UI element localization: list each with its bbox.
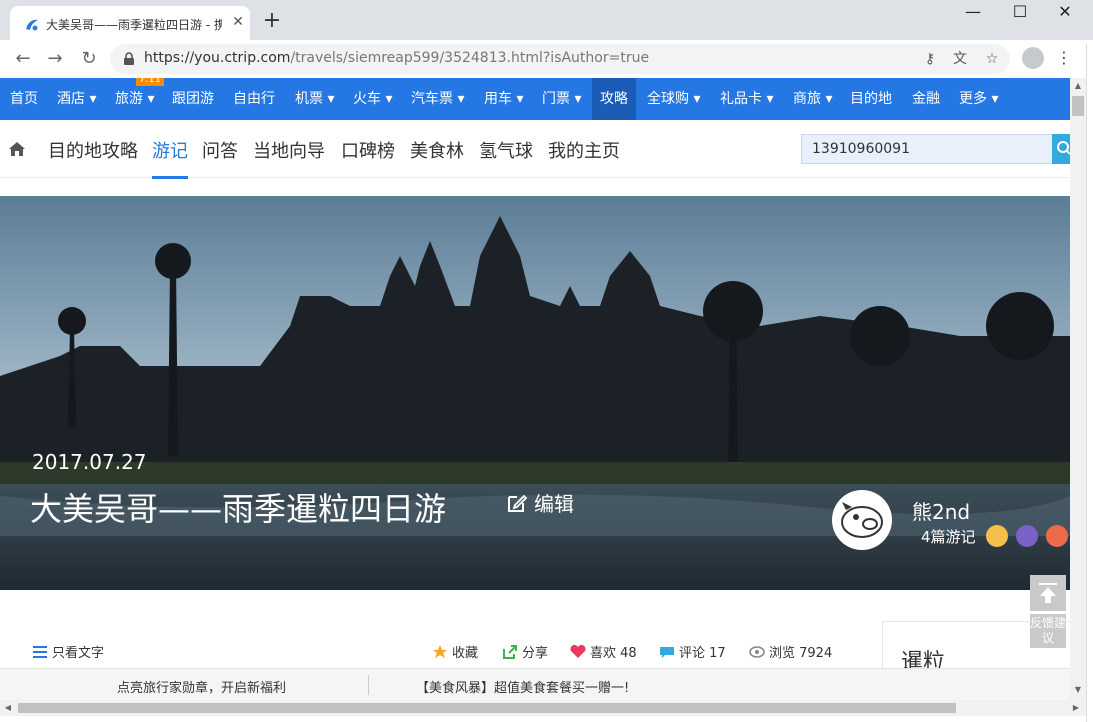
subnav-item-balloon[interactable]: 氢气球	[479, 137, 533, 163]
bookmark-star-icon[interactable]: ☆	[982, 49, 1002, 69]
subnav-item-local-guide[interactable]: 当地向导	[253, 137, 325, 163]
star-icon	[433, 645, 447, 658]
nav-item-finance[interactable]: 金融	[904, 78, 948, 120]
medal-2-icon[interactable]	[1016, 525, 1038, 547]
nav-item-gift-card[interactable]: 礼品卡 ▾	[712, 78, 781, 120]
page-viewport: 首页 酒店 ▾ 旅游 ▾ 跟团游 自由行 机票 ▾ 火车 ▾ 汽车票 ▾ 用车 …	[0, 78, 1070, 700]
vertical-scrollbar[interactable]: ▲ ▼	[1070, 78, 1086, 700]
comment-button[interactable]: 评论 17	[659, 642, 726, 661]
nav-item-destinations[interactable]: 目的地	[842, 78, 900, 120]
sub-nav: 目的地攻略 游记 问答 当地向导 口碑榜 美食林 氢气球 我的主页 139109…	[0, 120, 1070, 179]
nav-item-free-tour[interactable]: 自由行	[225, 78, 283, 120]
minimize-icon[interactable]: —	[948, 0, 998, 28]
main-nav: 首页 酒店 ▾ 旅游 ▾ 跟团游 自由行 机票 ▾ 火车 ▾ 汽车票 ▾ 用车 …	[0, 78, 1070, 120]
subnav-item-travelogue[interactable]: 游记	[152, 137, 188, 163]
hero-banner: 2017.07.27 大美吴哥——雨季暹粒四日游 编辑 熊2nd 4篇游记	[0, 196, 1070, 590]
ctrip-favicon-icon	[26, 19, 38, 31]
nav-item-car[interactable]: 用车 ▾	[476, 78, 531, 120]
nav-item-tickets[interactable]: 门票 ▾	[534, 78, 589, 120]
scroll-up-icon[interactable]: ▲	[1072, 80, 1084, 92]
tab-strip: 大美吴哥——雨季暹粒四日游 - 携 ✕ + — ☐ ✕	[0, 0, 1093, 44]
edit-icon	[508, 494, 528, 512]
profile-avatar-icon[interactable]	[1022, 47, 1044, 69]
avatar[interactable]	[832, 490, 892, 550]
share-button[interactable]: 分享	[502, 642, 548, 661]
subnav-item-dest-guide[interactable]: 目的地攻略	[48, 137, 138, 163]
arrow-up-icon	[1039, 583, 1057, 603]
medal-3-icon[interactable]	[1046, 525, 1068, 547]
maximize-icon[interactable]: ☐	[995, 0, 1045, 28]
medal-1-icon[interactable]	[986, 525, 1008, 547]
browser-tab[interactable]: 大美吴哥——雨季暹粒四日游 - 携 ✕	[10, 6, 250, 44]
back-to-top-button[interactable]	[1030, 575, 1066, 611]
search-input[interactable]: 13910960091	[801, 134, 1053, 164]
favorite-button[interactable]: 收藏	[432, 642, 478, 661]
text-only-toggle[interactable]: 只看文字	[32, 642, 104, 661]
nav-item-hotel[interactable]: 酒店 ▾	[48, 78, 105, 120]
nav-item-guides[interactable]: 攻略	[592, 78, 636, 120]
address-bar[interactable]: https://you.ctrip.com/travels/siemreap59…	[110, 44, 1010, 74]
page-title: 大美吴哥——雨季暹粒四日游	[30, 490, 447, 528]
promo-link-medal[interactable]: 点亮旅行家勋章，开启新福利	[117, 677, 286, 696]
like-button[interactable]: 喜欢 48	[570, 642, 637, 661]
comment-icon	[660, 647, 674, 658]
horizontal-scrollbar[interactable]: ◀ ▶	[0, 700, 1086, 716]
nav-item-group-tour[interactable]: 跟团游	[164, 78, 222, 120]
scroll-left-icon[interactable]: ◀	[2, 702, 14, 714]
tab-title: 大美吴哥——雨季暹粒四日游 - 携	[46, 18, 222, 32]
angkor-wat-photo	[0, 196, 1070, 590]
promo-divider	[368, 675, 369, 695]
promo-badge: 7.11	[136, 78, 164, 86]
eye-icon	[749, 646, 765, 658]
views-count: 浏览 7924	[749, 642, 832, 661]
nav-item-global-shop[interactable]: 全球购 ▾	[638, 78, 709, 120]
nav-item-bus[interactable]: 汽车票 ▾	[402, 78, 473, 120]
heart-icon	[570, 645, 586, 658]
address-toolbar: ← → ↻ https://you.ctrip.com/travels/siem…	[0, 40, 1093, 78]
adjacent-window-edge	[1086, 44, 1093, 722]
scroll-down-icon[interactable]: ▼	[1072, 684, 1084, 696]
tab-close-icon[interactable]: ✕	[229, 13, 247, 31]
scroll-right-icon[interactable]: ▶	[1070, 702, 1082, 714]
url-text: https://you.ctrip.com/travels/siemreap59…	[144, 50, 650, 66]
forward-icon[interactable]: →	[42, 46, 68, 72]
author-name[interactable]: 熊2nd	[912, 496, 970, 525]
back-icon[interactable]: ←	[10, 46, 36, 72]
share-icon	[503, 645, 517, 659]
edit-button[interactable]: 编辑	[506, 488, 574, 516]
active-tab-underline	[152, 176, 188, 179]
nav-item-flights[interactable]: 机票 ▾	[286, 78, 343, 120]
new-tab-icon[interactable]: +	[261, 10, 283, 32]
browser-window: 大美吴哥——雨季暹粒四日游 - 携 ✕ + — ☐ ✕ ← → ↻ https:…	[0, 0, 1093, 722]
subnav-item-ranking[interactable]: 口碑榜	[341, 137, 395, 163]
subnav-item-food[interactable]: 美食林	[410, 137, 464, 163]
translate-icon[interactable]: 文	[950, 49, 970, 69]
promo-footer-bar: 点亮旅行家勋章，开启新福利 【美食风暴】超值美食套餐买一赠一!	[0, 668, 1070, 700]
window-close-icon[interactable]: ✕	[1040, 0, 1090, 28]
vertical-scroll-thumb[interactable]	[1072, 96, 1084, 116]
horizontal-scroll-thumb[interactable]	[18, 703, 956, 713]
home-icon[interactable]	[8, 140, 26, 158]
subnav-item-my-home[interactable]: 我的主页	[548, 137, 620, 163]
post-date: 2017.07.27	[32, 450, 147, 474]
nav-item-trains[interactable]: 火车 ▾	[344, 78, 401, 120]
search-button[interactable]	[1052, 134, 1070, 164]
search-icon	[1057, 141, 1070, 155]
list-icon	[33, 646, 47, 658]
key-icon[interactable]: ⚷	[920, 49, 940, 69]
pig-avatar-icon	[841, 502, 883, 538]
subnav-item-qa[interactable]: 问答	[202, 137, 238, 163]
author-travelogue-count[interactable]: 4篇游记	[921, 526, 976, 547]
lock-icon	[124, 52, 134, 65]
nav-item-business[interactable]: 商旅 ▾	[784, 78, 841, 120]
nav-item-home[interactable]: 首页	[0, 78, 48, 120]
browser-menu-icon[interactable]: ⋮	[1056, 46, 1072, 70]
reload-icon[interactable]: ↻	[76, 46, 102, 72]
promo-link-food[interactable]: 【美食风暴】超值美食套餐买一赠一!	[416, 677, 629, 696]
nav-item-more[interactable]: 更多 ▾	[950, 78, 1007, 120]
